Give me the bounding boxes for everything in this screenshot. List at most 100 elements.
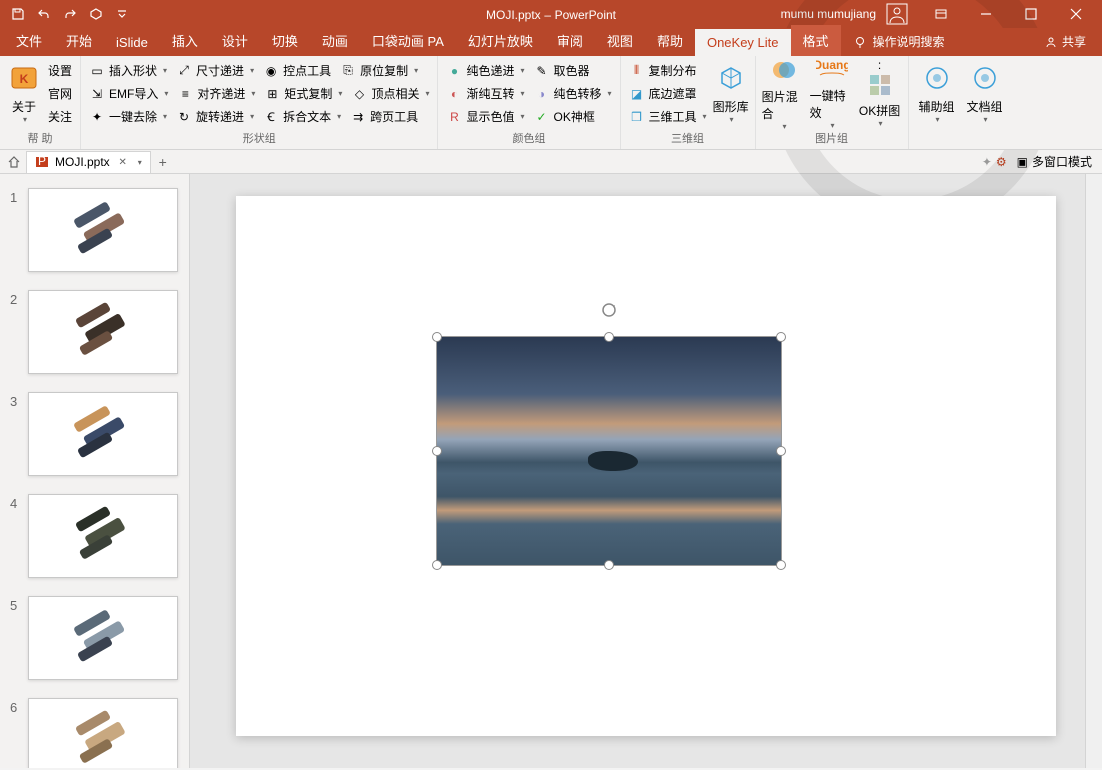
color-transfer-button[interactable]: ◑纯色转移▾ (530, 83, 616, 104)
tab-review[interactable]: 审阅 (545, 25, 595, 56)
emf-import-button[interactable]: ⇲EMF导入▾ (85, 83, 172, 104)
doc-tab-active[interactable]: P MOJI.pptx ✕ ▾ (26, 151, 151, 173)
ribbon-tabs: 文件 开始 iSlide 插入 设计 切换 动画 口袋动画 PA 幻灯片放映 审… (0, 28, 1102, 56)
bottom-mask-button[interactable]: ◪底边遮罩 (625, 83, 711, 104)
tell-me-search[interactable]: 操作说明搜索 (841, 27, 957, 56)
tab-slideshow[interactable]: 幻灯片放映 (456, 25, 545, 56)
doc-icon (969, 62, 1001, 94)
vertex-button[interactable]: ◇顶点相关▾ (347, 83, 433, 104)
home-doc-button[interactable] (4, 152, 24, 172)
slide-thumbnail-1[interactable] (28, 188, 178, 272)
workspace: 1 2 3 4 5 6 (0, 174, 1102, 768)
control-tool-button[interactable]: ◉控点工具 (259, 60, 335, 81)
redo-button[interactable] (58, 2, 82, 26)
aux-group-button[interactable]: 辅助组▾ (913, 58, 961, 128)
tab-onekey-lite[interactable]: OneKey Lite (695, 29, 791, 56)
qat-customize-button[interactable] (110, 2, 134, 26)
insert-shape-button[interactable]: ▭插入形状▾ (85, 60, 171, 81)
tab-transitions[interactable]: 切换 (260, 25, 310, 56)
share-button[interactable]: 共享 (1032, 27, 1098, 56)
ok-frame-button[interactable]: ✓OK神框 (530, 106, 599, 127)
crosspage-button[interactable]: ⇉跨页工具 (346, 106, 422, 127)
account-avatar-icon[interactable] (886, 3, 908, 25)
group-image: 图片混合▾ Duang 一键特效▾ : OK拼图▾ 图片组 (756, 56, 909, 149)
undo-button[interactable] (32, 2, 56, 26)
settings-button[interactable]: 设置 (44, 60, 76, 81)
control-icon: ◉ (263, 63, 279, 79)
transfer-icon: ◑ (534, 86, 550, 102)
slide-thumbnail-3[interactable] (28, 392, 178, 476)
slide-thumbnail-2[interactable] (28, 290, 178, 374)
pure-color-step-button[interactable]: ●纯色递进▾ (442, 60, 528, 81)
color-r-icon: R (446, 109, 462, 125)
gradient-swap-button[interactable]: ◐渐纯互转▾ (442, 83, 528, 104)
tab-design[interactable]: 设计 (210, 25, 260, 56)
resize-handle-s[interactable] (604, 560, 614, 570)
doc-tab-close-button[interactable]: ✕ (116, 155, 130, 169)
titlebar: MOJI.pptx – PowerPoint mumu mumujiang (0, 0, 1102, 28)
maximize-button[interactable] (1008, 0, 1053, 28)
image-blend-button[interactable]: 图片混合▾ (760, 58, 808, 128)
resize-handle-se[interactable] (776, 560, 786, 570)
follow-button[interactable]: 关注 (44, 106, 76, 127)
ok-puzzle-button[interactable]: : OK拼图▾ (856, 58, 904, 128)
slide-thumbnail-5[interactable] (28, 596, 178, 680)
shape-lib-button[interactable]: 图形库▾ (711, 58, 751, 128)
save-button[interactable] (6, 2, 30, 26)
resize-handle-nw[interactable] (432, 332, 442, 342)
new-doc-tab-button[interactable]: + (153, 152, 173, 172)
gradient-icon: ◐ (446, 86, 462, 102)
doc-group-button[interactable]: 文档组▾ (961, 58, 1009, 128)
tab-animations[interactable]: 动画 (310, 25, 360, 56)
resize-handle-w[interactable] (432, 446, 442, 456)
tab-file[interactable]: 文件 (4, 25, 54, 56)
vertical-scrollbar[interactable] (1085, 174, 1102, 768)
copy-distribute-button[interactable]: ⫴复制分布 (625, 60, 711, 81)
copy-inplace-button[interactable]: ⎘原位复制▾ (336, 60, 422, 81)
3d-tool-button[interactable]: ❒三维工具▾ (625, 106, 711, 127)
tab-help[interactable]: 帮助 (645, 25, 695, 56)
resize-handle-n[interactable] (604, 332, 614, 342)
start-over-button[interactable] (84, 2, 108, 26)
close-button[interactable] (1053, 0, 1098, 28)
tab-islide[interactable]: iSlide (104, 29, 160, 56)
tab-format[interactable]: 格式 (791, 25, 841, 56)
account-name[interactable]: mumu mumujiang (781, 7, 876, 21)
website-button[interactable]: 官网 (44, 83, 76, 104)
minimize-button[interactable] (963, 0, 1008, 28)
rotate-step-button[interactable]: ↻旋转递进▾ (172, 106, 258, 127)
thumb-number: 1 (10, 188, 28, 272)
ribbon-display-button[interactable] (918, 0, 963, 28)
size-icon: ⤢ (176, 63, 192, 79)
split-text-button[interactable]: Ꞓ拆合文本▾ (259, 106, 345, 127)
tab-insert[interactable]: 插入 (160, 25, 210, 56)
document-title: MOJI.pptx – PowerPoint (486, 7, 616, 22)
doc-tab-dropdown[interactable]: ▾ (138, 158, 142, 167)
remove-button[interactable]: ✦一键去除▾ (85, 106, 171, 127)
tab-pocket-anim[interactable]: 口袋动画 PA (360, 25, 456, 56)
rotate-handle[interactable] (600, 301, 618, 319)
about-label: 关于 (12, 98, 36, 115)
slide-thumbnails-panel[interactable]: 1 2 3 4 5 6 (0, 174, 190, 768)
slide-canvas[interactable] (236, 196, 1056, 736)
resize-handle-ne[interactable] (776, 332, 786, 342)
slide-thumbnail-6[interactable] (28, 698, 178, 768)
slide-canvas-area[interactable] (190, 174, 1102, 768)
align-step-button[interactable]: ≡对齐递进▾ (173, 83, 259, 104)
one-click-fx-button[interactable]: Duang 一键特效▾ (808, 58, 856, 128)
about-button[interactable]: K 关于▾ (4, 58, 44, 128)
aux-icon (921, 62, 953, 94)
tab-view[interactable]: 视图 (595, 25, 645, 56)
selected-image[interactable] (436, 336, 782, 566)
resize-handle-sw[interactable] (432, 560, 442, 570)
matrix-copy-button[interactable]: ⊞矩式复制▾ (260, 83, 346, 104)
share-icon (1044, 35, 1058, 49)
thumb-number: 3 (10, 392, 28, 476)
show-color-button[interactable]: R显示色值▾ (442, 106, 528, 127)
resize-handle-e[interactable] (776, 446, 786, 456)
blend-icon (768, 56, 800, 84)
eyedropper-button[interactable]: ✎取色器 (530, 60, 594, 81)
tab-home[interactable]: 开始 (54, 25, 104, 56)
size-step-button[interactable]: ⤢尺寸递进▾ (172, 60, 258, 81)
slide-thumbnail-4[interactable] (28, 494, 178, 578)
